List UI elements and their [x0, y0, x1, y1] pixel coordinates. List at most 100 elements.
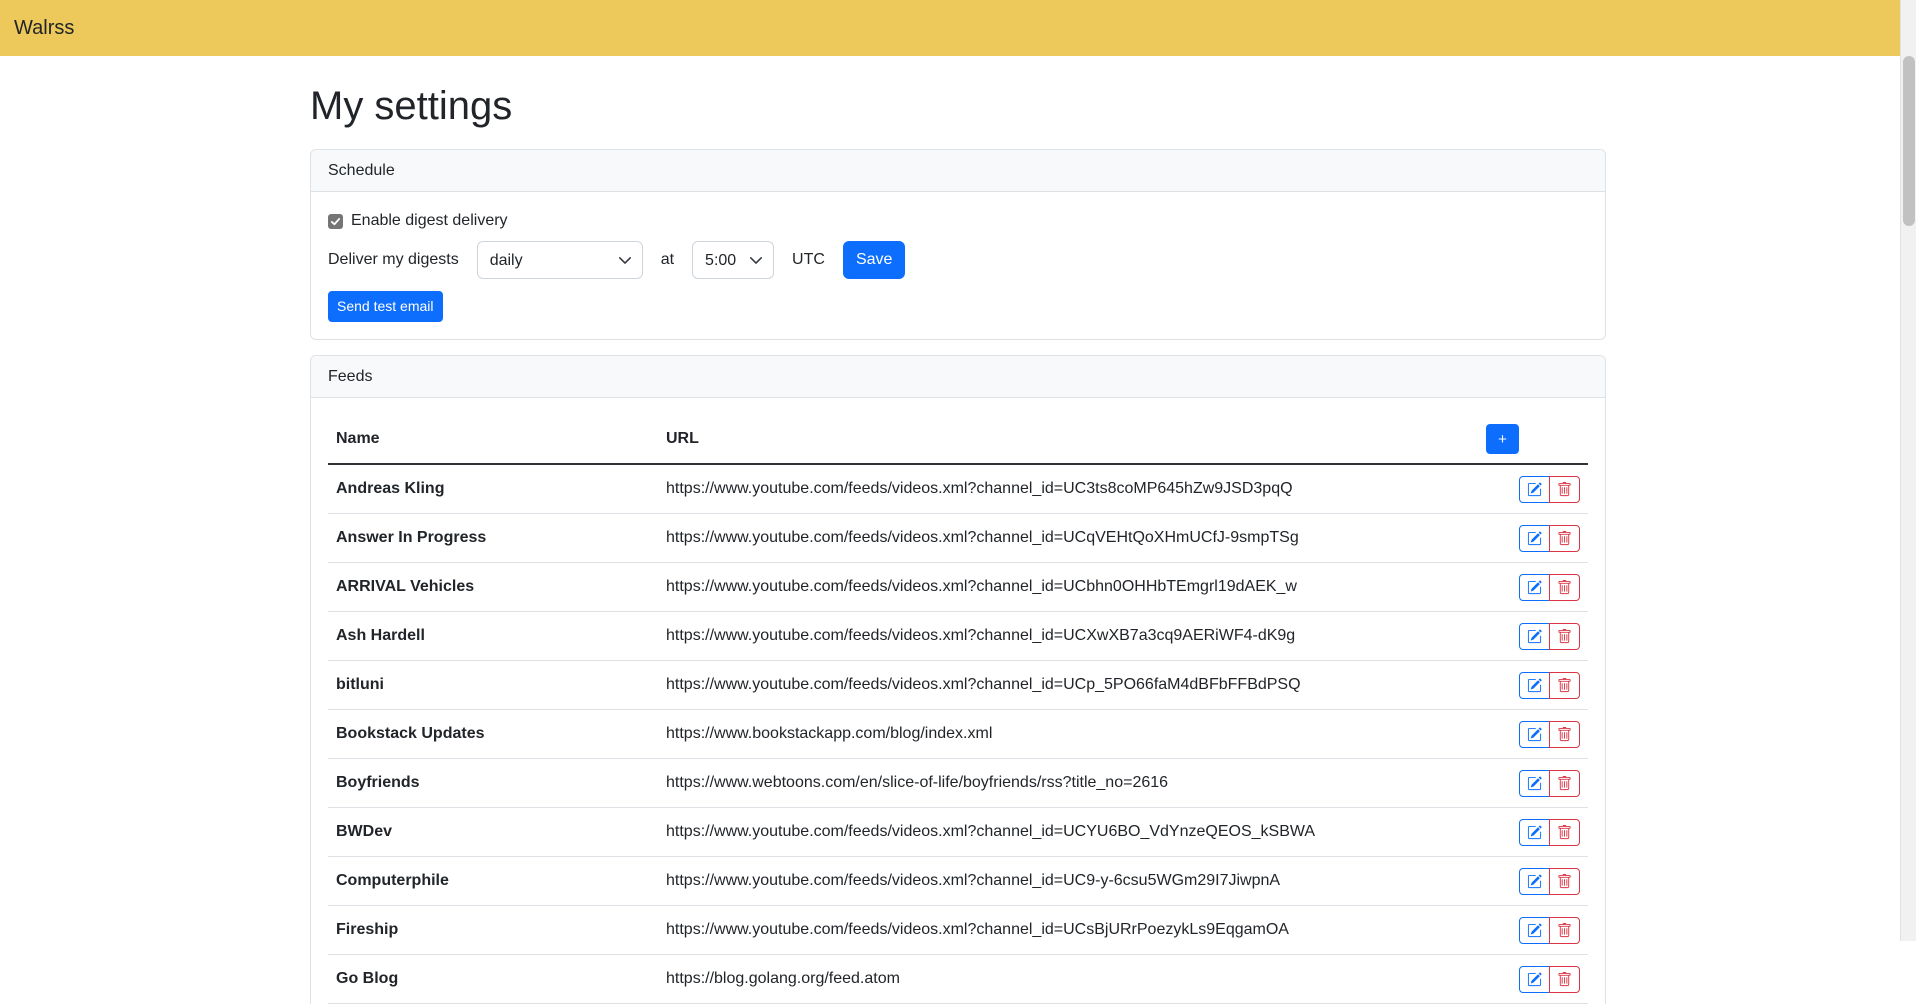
trash-icon [1557, 580, 1572, 595]
utc-label: UTC [792, 248, 825, 272]
feed-name: Fireship [328, 906, 658, 955]
table-row: Go Blog https://blog.golang.org/feed.ato… [328, 955, 1588, 1004]
delete-feed-button[interactable] [1549, 819, 1580, 846]
feeds-table-body: Andreas Kling https://www.youtube.com/fe… [328, 464, 1588, 1004]
edit-feed-button[interactable] [1519, 574, 1550, 601]
feed-name: Computerphile [328, 857, 658, 906]
feed-actions-group [1519, 917, 1580, 944]
edit-feed-button[interactable] [1519, 917, 1550, 944]
feed-name: Ash Hardell [328, 612, 658, 661]
feed-actions [1478, 906, 1588, 955]
pencil-square-icon [1527, 972, 1542, 987]
edit-feed-button[interactable] [1519, 770, 1550, 797]
feed-actions [1478, 612, 1588, 661]
edit-feed-button[interactable] [1519, 623, 1550, 650]
schedule-card: Schedule Enable digest delivery Deliver … [310, 149, 1606, 340]
feed-name: ARRIVAL Vehicles [328, 563, 658, 612]
delete-feed-button[interactable] [1549, 476, 1580, 503]
scrollbar-track[interactable] [1900, 0, 1916, 941]
column-header-actions: + [1478, 415, 1588, 464]
feed-actions-group [1519, 623, 1580, 650]
trash-icon [1557, 482, 1572, 497]
feed-actions-group [1519, 525, 1580, 552]
feed-url: https://www.bookstackapp.com/blog/index.… [658, 710, 1478, 759]
feed-actions-group [1519, 476, 1580, 503]
edit-feed-button[interactable] [1519, 525, 1550, 552]
feed-actions-group [1519, 966, 1580, 993]
table-row: Computerphile https://www.youtube.com/fe… [328, 857, 1588, 906]
time-select-wrap: 5:00 [692, 241, 774, 279]
feed-url: https://www.youtube.com/feeds/videos.xml… [658, 906, 1478, 955]
feed-actions [1478, 955, 1588, 1004]
table-row: Andreas Kling https://www.youtube.com/fe… [328, 464, 1588, 514]
table-row: ARRIVAL Vehicles https://www.youtube.com… [328, 563, 1588, 612]
feed-actions [1478, 563, 1588, 612]
schedule-card-header: Schedule [311, 150, 1605, 192]
trash-icon [1557, 776, 1572, 791]
save-button[interactable]: Save [843, 241, 905, 279]
main-container: My settings Schedule Enable digest deliv… [310, 76, 1606, 1004]
feeds-card-body: Name URL + Andreas Kling https://www.you… [311, 398, 1605, 1004]
edit-feed-button[interactable] [1519, 966, 1550, 993]
delete-feed-button[interactable] [1549, 672, 1580, 699]
enable-digest-label[interactable]: Enable digest delivery [351, 209, 508, 233]
edit-feed-button[interactable] [1519, 721, 1550, 748]
table-row: Answer In Progress https://www.youtube.c… [328, 514, 1588, 563]
time-select[interactable]: 5:00 [692, 241, 774, 279]
trash-icon [1557, 531, 1572, 546]
top-navbar: Walrss [0, 0, 1916, 56]
table-row: Ash Hardell https://www.youtube.com/feed… [328, 612, 1588, 661]
delete-feed-button[interactable] [1549, 917, 1580, 944]
trash-icon [1557, 678, 1572, 693]
delete-feed-button[interactable] [1549, 574, 1580, 601]
brand-link[interactable]: Walrss [14, 13, 74, 43]
delete-feed-button[interactable] [1549, 721, 1580, 748]
feed-url: https://www.youtube.com/feeds/videos.xml… [658, 661, 1478, 710]
feed-name: bitluni [328, 661, 658, 710]
table-row: Boyfriends https://www.webtoons.com/en/s… [328, 759, 1588, 808]
frequency-select-wrap: daily [477, 241, 643, 279]
edit-feed-button[interactable] [1519, 819, 1550, 846]
edit-feed-button[interactable] [1519, 868, 1550, 895]
feed-name: BWDev [328, 808, 658, 857]
enable-digest-checkbox[interactable] [328, 214, 343, 229]
trash-icon [1557, 874, 1572, 889]
feeds-table-head: Name URL + [328, 415, 1588, 464]
feed-actions [1478, 661, 1588, 710]
delete-feed-button[interactable] [1549, 770, 1580, 797]
delete-feed-button[interactable] [1549, 525, 1580, 552]
frequency-select[interactable]: daily [477, 241, 643, 279]
pencil-square-icon [1527, 923, 1542, 938]
feed-actions [1478, 808, 1588, 857]
feed-actions-group [1519, 819, 1580, 846]
feed-name: Go Blog [328, 955, 658, 1004]
at-label: at [661, 248, 674, 272]
trash-icon [1557, 727, 1572, 742]
feeds-card-header: Feeds [311, 356, 1605, 398]
feed-actions [1478, 514, 1588, 563]
feeds-table: Name URL + Andreas Kling https://www.you… [328, 415, 1588, 1004]
schedule-controls-row: Deliver my digests daily at 5:00 [328, 241, 1588, 279]
edit-feed-button[interactable] [1519, 476, 1550, 503]
delete-feed-button[interactable] [1549, 868, 1580, 895]
pencil-square-icon [1527, 678, 1542, 693]
pencil-square-icon [1527, 776, 1542, 791]
send-test-email-button[interactable]: Send test email [328, 291, 443, 322]
trash-icon [1557, 825, 1572, 840]
feed-url: https://www.youtube.com/feeds/videos.xml… [658, 808, 1478, 857]
delete-feed-button[interactable] [1549, 623, 1580, 650]
feed-name: Bookstack Updates [328, 710, 658, 759]
pencil-square-icon [1527, 482, 1542, 497]
feed-url: https://www.youtube.com/feeds/videos.xml… [658, 464, 1478, 514]
schedule-card-body: Enable digest delivery Deliver my digest… [311, 192, 1605, 339]
edit-feed-button[interactable] [1519, 672, 1550, 699]
feed-actions-group [1519, 574, 1580, 601]
add-feed-button[interactable]: + [1486, 424, 1519, 454]
trash-icon [1557, 923, 1572, 938]
delete-feed-button[interactable] [1549, 966, 1580, 993]
enable-digest-row: Enable digest delivery [328, 209, 1588, 233]
feed-actions-group [1519, 721, 1580, 748]
trash-icon [1557, 972, 1572, 987]
scrollbar-thumb[interactable] [1903, 56, 1915, 226]
pencil-square-icon [1527, 874, 1542, 889]
